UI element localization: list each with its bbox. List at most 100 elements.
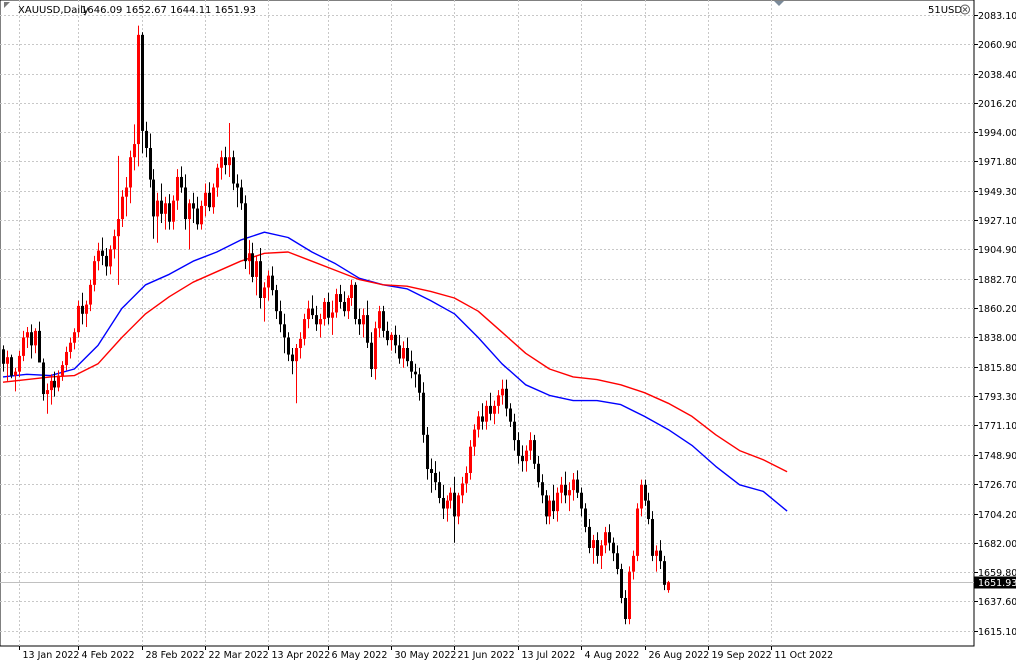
price-tick-label: 2038.40: [978, 70, 1016, 81]
price-axis[interactable]: 2083.10 2060.90 2038.40 2016.20 1994.00 1971.…: [974, 11, 1016, 638]
candle-body: [517, 440, 520, 456]
candle-body: [426, 434, 429, 470]
price-tick-label: 1904.90: [978, 245, 1016, 256]
plot-area[interactable]: [0, 0, 975, 647]
time-tick-label: 11 Oct 2022: [775, 650, 834, 661]
candle-body: [533, 440, 536, 464]
candle-body: [485, 405, 488, 422]
candle-body: [331, 312, 334, 318]
candle-body: [240, 187, 243, 204]
candle-body: [57, 375, 60, 388]
candle-body: [176, 176, 179, 201]
candle-body: [125, 187, 128, 197]
candle-body: [65, 351, 68, 366]
candle-body: [612, 542, 615, 554]
candle-body: [362, 315, 365, 325]
candle-body: [228, 157, 231, 166]
candle-body: [394, 334, 397, 346]
candle-body: [398, 345, 401, 359]
candle-body: [604, 532, 607, 546]
candle-body: [354, 284, 357, 320]
candle-body: [101, 250, 104, 256]
price-tick-label: 1771.10: [978, 421, 1016, 432]
candle-body: [248, 253, 251, 262]
candle-body: [244, 203, 247, 262]
candle-body: [390, 334, 393, 341]
candle-body: [224, 157, 227, 166]
candle-body: [655, 550, 658, 556]
candle-body: [339, 294, 342, 302]
price-tick-label: 2083.10: [978, 11, 1016, 22]
candle-body: [236, 183, 239, 188]
candle-body: [275, 290, 278, 312]
candle-body: [22, 337, 25, 356]
candle-body: [374, 328, 377, 370]
candle-body: [493, 405, 496, 414]
candle-body: [529, 440, 532, 451]
candle-body: [576, 479, 579, 493]
candle-body: [156, 200, 159, 217]
time-tick-label: 28 Feb 2022: [146, 650, 205, 661]
candle-body: [26, 332, 29, 338]
time-tick-label: 21 Jun 2022: [458, 650, 515, 661]
candle-body: [255, 261, 258, 277]
last-price-label: 1651.93: [978, 578, 1016, 589]
candle-body: [180, 176, 183, 188]
candle-body: [172, 200, 175, 222]
candle-body: [38, 330, 41, 363]
candle-body: [263, 287, 266, 299]
candle-body: [34, 330, 37, 346]
price-tick-label: 1637.60: [978, 597, 1016, 608]
candle-body: [81, 305, 84, 314]
candle-body: [358, 319, 361, 325]
candle-body: [608, 532, 611, 543]
candle-body: [287, 337, 290, 355]
candle-body: [259, 261, 262, 299]
candle-body: [541, 482, 544, 496]
candle-body: [251, 253, 254, 277]
candle-body: [386, 330, 389, 341]
time-tick-label: 13 Apr 2022: [272, 650, 331, 661]
price-tick-label: 1748.90: [978, 451, 1016, 462]
price-tick-label: 2016.20: [978, 99, 1016, 110]
time-axis[interactable]: 13 Jan 2022 4 Feb 2022 28 Feb 2022 22 Mar 2…: [19, 646, 834, 661]
candle-body: [14, 371, 17, 376]
candle-body: [212, 187, 215, 208]
candle-body: [133, 144, 136, 158]
candle-body: [232, 157, 235, 184]
price-tick-label: 1704.20: [978, 510, 1016, 521]
candle-body: [137, 34, 140, 145]
candle-body: [572, 479, 575, 491]
price-tick-label: 1726.70: [978, 480, 1016, 491]
price-tick-label: 1994.00: [978, 128, 1016, 139]
candle-body: [624, 597, 627, 620]
candle-body: [473, 429, 476, 447]
time-tick-label: 13 Jan 2022: [23, 650, 80, 661]
candle-body: [196, 208, 199, 225]
candle-body: [418, 374, 421, 393]
candle-body: [168, 203, 171, 222]
candle-body: [311, 308, 314, 316]
candle-body: [616, 553, 619, 570]
candle-body: [568, 490, 571, 496]
candle-body: [220, 157, 223, 168]
price-tick-label: 1882.70: [978, 275, 1016, 286]
candle-body: [414, 371, 417, 375]
candle-body: [378, 311, 381, 329]
time-tick-label: 30 May 2022: [395, 650, 457, 661]
chart-window[interactable]: 2083.10 2060.90 2038.40 2016.20 1994.00 1971.…: [0, 0, 1016, 664]
candle-body: [109, 249, 112, 267]
candle-body: [216, 167, 219, 188]
candle-body: [651, 519, 654, 556]
candle-body: [434, 472, 437, 483]
price-tick-label: 1815.80: [978, 363, 1016, 374]
candle-body: [644, 484, 647, 501]
candle-body: [50, 380, 53, 391]
candle-body: [164, 203, 167, 214]
time-tick-label: 22 Mar 2022: [209, 650, 269, 661]
candle-body: [69, 342, 72, 352]
price-chart[interactable]: 2083.10 2060.90 2038.40 2016.20 1994.00 1971.…: [0, 0, 1016, 664]
candle-body: [509, 408, 512, 422]
candle-body: [513, 421, 516, 441]
candle-body: [640, 484, 643, 509]
